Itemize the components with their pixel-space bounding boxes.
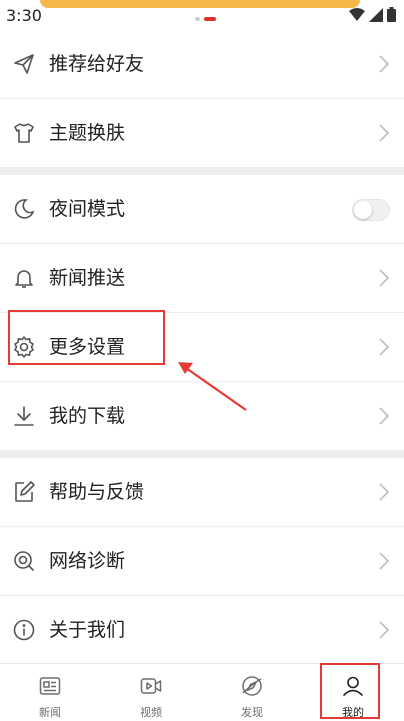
tab-video[interactable]: 视频 — [116, 664, 186, 721]
page-dot — [195, 17, 200, 21]
tab-news[interactable]: 新闻 — [15, 664, 85, 721]
menu-item-label: 帮助与反馈 — [49, 481, 145, 503]
section-divider — [0, 167, 404, 175]
menu-item-recommend-friend[interactable]: 推荐给好友 — [0, 30, 404, 99]
send-icon — [14, 54, 34, 74]
menu-item-label: 新闻推送 — [49, 267, 126, 289]
menu-item-label: 关于我们 — [49, 619, 126, 641]
tab-label: 发现 — [241, 706, 263, 719]
bell-icon — [15, 270, 33, 288]
annotation-arrow — [178, 362, 247, 411]
annotation-highlight-box — [8, 310, 165, 365]
network-diagnose-icon — [14, 551, 34, 571]
discover-icon — [242, 676, 262, 696]
menu-item-help-feedback[interactable]: 帮助与反馈 — [0, 458, 404, 527]
menu-item-theme-skin[interactable]: 主题换肤 — [0, 99, 404, 167]
chevron-right-icon — [379, 621, 390, 639]
chevron-right-icon — [379, 269, 390, 287]
status-time: 3:30 — [6, 6, 42, 25]
moon-icon — [14, 199, 35, 219]
edit-icon — [15, 481, 35, 502]
top-banner-strip — [40, 0, 360, 8]
signal-icon — [369, 7, 383, 22]
tab-label: 视频 — [140, 706, 162, 719]
chevron-right-icon — [379, 483, 390, 501]
video-icon — [140, 678, 162, 694]
status-bar: 3:30 — [0, 0, 404, 34]
info-icon — [13, 619, 35, 641]
chevron-right-icon — [379, 338, 390, 356]
menu-item-label: 夜间模式 — [49, 198, 126, 220]
download-icon — [14, 406, 34, 426]
tshirt-icon — [14, 123, 34, 143]
menu-item-label: 我的下载 — [49, 405, 126, 427]
toggle-knob — [354, 201, 372, 219]
menu-item-about-us[interactable]: 关于我们 — [0, 596, 404, 665]
menu-item-label: 推荐给好友 — [49, 53, 145, 75]
menu-item-night-mode[interactable]: 夜间模式 — [0, 175, 404, 244]
battery-icon — [387, 7, 396, 22]
menu-item-label: 网络诊断 — [49, 550, 126, 572]
page-indicator — [195, 17, 216, 21]
menu-item-network-diagnosis[interactable]: 网络诊断 — [0, 527, 404, 596]
tab-label: 新闻 — [39, 706, 61, 719]
annotation-highlight-box-tab — [320, 663, 380, 719]
night-mode-toggle[interactable] — [352, 199, 390, 221]
section-divider — [0, 450, 404, 458]
chevron-right-icon — [379, 407, 390, 425]
news-icon — [39, 677, 61, 695]
chevron-right-icon — [379, 552, 390, 570]
chevron-right-icon — [379, 124, 390, 142]
menu-item-label: 主题换肤 — [49, 122, 126, 144]
menu-item-news-push[interactable]: 新闻推送 — [0, 244, 404, 313]
status-icons — [349, 7, 396, 22]
wifi-icon — [349, 7, 365, 21]
page-dot-active — [204, 17, 216, 21]
chevron-right-icon — [379, 55, 390, 73]
tab-discover[interactable]: 发现 — [217, 664, 287, 721]
